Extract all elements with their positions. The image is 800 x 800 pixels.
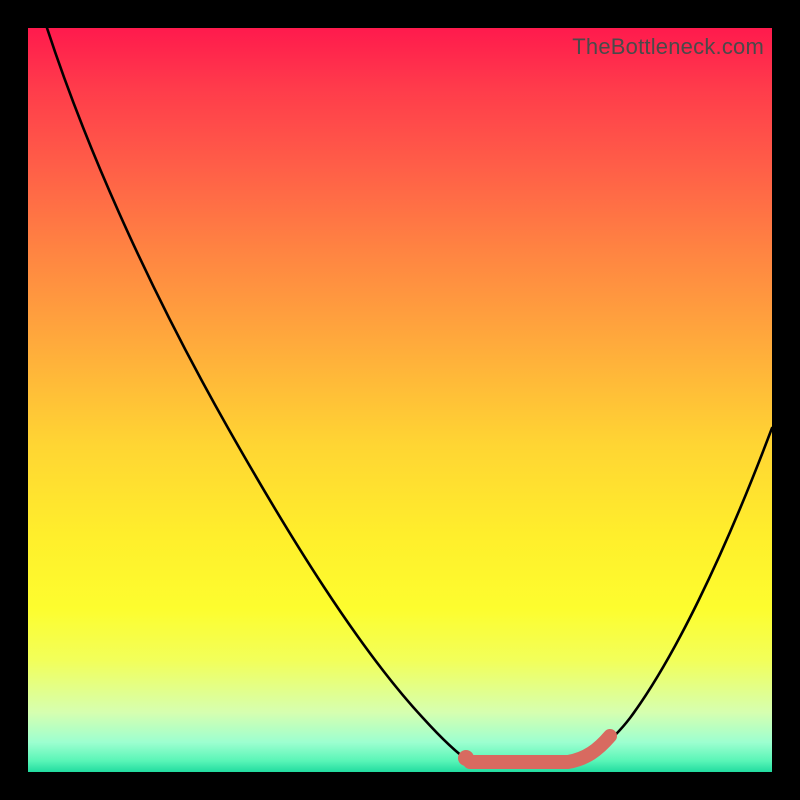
highlight-segment [470, 736, 610, 762]
plot-area: TheBottleneck.com [28, 28, 772, 772]
chart-frame: TheBottleneck.com [0, 0, 800, 800]
curve-layer [28, 28, 772, 772]
bottleneck-curve [47, 28, 772, 762]
watermark-label: TheBottleneck.com [572, 34, 764, 60]
